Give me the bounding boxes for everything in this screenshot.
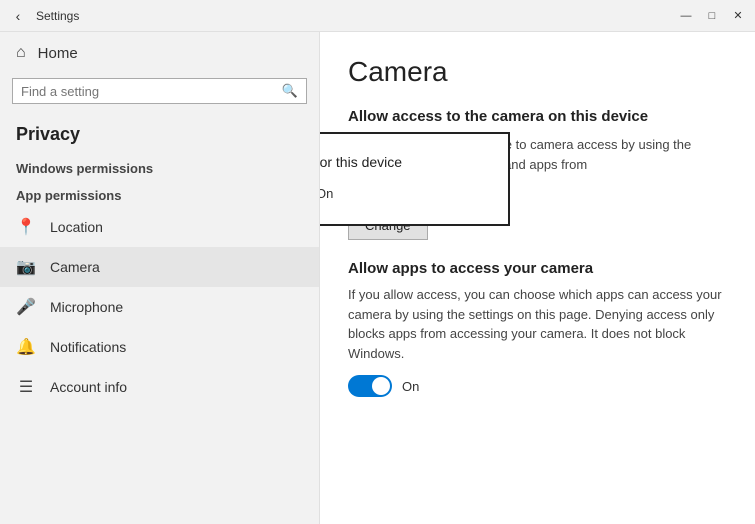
page-title: Camera [348,56,727,88]
sidebar-item-microphone[interactable]: 🎤 Microphone [0,287,319,327]
back-button[interactable]: ‹ [8,6,28,26]
location-icon: 📍 [16,217,36,237]
microphone-icon: 🎤 [16,297,36,317]
notifications-icon: 🔔 [16,337,36,357]
sidebar-item-location[interactable]: 📍 Location [0,207,319,247]
title-bar: ‹ Settings — □ ✕ [0,0,755,32]
apps-camera-toggle[interactable] [348,375,392,397]
home-label: Home [38,45,78,62]
sidebar-item-account-info[interactable]: ☰ Account info [0,367,319,407]
main-layout: ⌂ Home 🔍 Privacy Windows permissions App… [0,32,755,524]
apps-toggle-label: On [402,379,419,394]
close-button[interactable]: ✕ [729,7,747,25]
windows-permissions-label: Windows permissions [0,153,319,180]
privacy-title: Privacy [0,112,319,153]
home-nav-item[interactable]: ⌂ Home [0,32,319,74]
popup-toggle-label: On [320,186,333,201]
allow-apps-desc: If you allow access, you can choose whic… [348,285,727,363]
location-label: Location [50,219,103,235]
sidebar-item-notifications[interactable]: 🔔 Notifications [0,327,319,367]
search-input[interactable] [21,84,282,99]
camera-icon: 📷 [16,257,36,277]
popup-toggle-row: On [320,182,488,204]
device-camera-popup: Camera for this device On [320,132,510,226]
popup-device-label: Camera for this device [320,154,488,170]
home-icon: ⌂ [16,44,26,62]
allow-apps-heading: Allow apps to access your camera [348,260,727,277]
apps-toggle-row: On [348,375,727,397]
notifications-label: Notifications [50,339,126,355]
minimize-button[interactable]: — [677,7,695,25]
account-info-label: Account info [50,379,127,395]
maximize-button[interactable]: □ [703,7,721,25]
window-controls: — □ ✕ [677,7,747,25]
microphone-label: Microphone [50,299,123,315]
search-box[interactable]: 🔍 [12,78,307,104]
sidebar-item-camera[interactable]: 📷 Camera [0,247,319,287]
search-icon: 🔍 [282,83,298,99]
app-permissions-label: App permissions [0,180,319,207]
content-area: Camera Allow access to the camera on thi… [320,32,755,524]
popup-overlay: Camera for this device On [320,32,435,524]
camera-label: Camera [50,259,100,275]
app-title: Settings [36,9,79,23]
account-info-icon: ☰ [16,377,36,397]
sidebar: ⌂ Home 🔍 Privacy Windows permissions App… [0,32,320,524]
device-access-heading: Allow access to the camera on this devic… [348,108,727,125]
toggle-knob [372,377,390,395]
